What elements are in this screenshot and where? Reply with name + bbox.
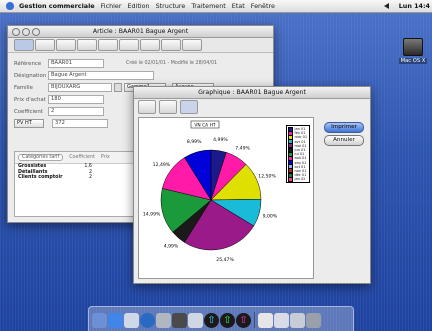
hard-drive-icon [403, 38, 423, 56]
pie-chart-icon[interactable] [180, 100, 198, 114]
quicktime-icon[interactable] [140, 313, 155, 328]
slice-label-7: 12,49% [153, 162, 171, 168]
bar-chart-icon[interactable] [138, 100, 156, 114]
document-icon[interactable] [274, 313, 289, 328]
toolbar-first-icon[interactable] [14, 39, 34, 51]
dock: ⇧ ⇧ ⇧ [88, 306, 354, 331]
chart-inner-label: VN CA HT [190, 120, 220, 128]
pv-ht-field[interactable]: 372 [52, 119, 108, 128]
app-up-arrow-green-icon[interactable]: ⇧ [220, 313, 235, 328]
finder-icon[interactable] [92, 313, 107, 328]
slice-label-2: 12,50% [258, 173, 276, 179]
article-window-title: Article : BAAR01 Bague Argent [92, 28, 189, 35]
print-button[interactable]: Imprimer [324, 122, 364, 133]
menu-clock[interactable]: Lun 14:4 [399, 2, 430, 10]
reference-label: Référence [14, 60, 42, 67]
svg-text:VN CA HT: VN CA HT [194, 122, 215, 128]
document-icon[interactable] [258, 313, 273, 328]
price-category-panel: Catégories tarif Coefficient Prix Grossi… [14, 151, 146, 217]
slice-label-3: 9,00% [263, 213, 278, 219]
dock-separator [254, 312, 255, 328]
table-row[interactable]: Clients comptoir 2 [15, 175, 145, 181]
menu-edition[interactable]: Edition [127, 2, 149, 10]
menu-traitement[interactable]: Traitement [191, 2, 225, 10]
minimize-icon[interactable] [22, 28, 30, 36]
tab-categories-tarif[interactable]: Catégories tarif [18, 154, 64, 161]
legend-entry: jan 02 [288, 176, 308, 182]
toolbar-list-icon[interactable] [140, 39, 160, 51]
field-row-reference: Référence BAAR01 Créé le 02/01/01 - Modi… [14, 59, 217, 68]
pv-ht-popup[interactable]: PV HT [14, 119, 44, 128]
zoom-icon[interactable] [32, 28, 40, 36]
volume-icon[interactable] [383, 3, 389, 9]
famille-field[interactable]: BIJOUXARG [48, 83, 112, 92]
field-row-coefficient: Coefficient 2 [14, 107, 104, 116]
designation-label: Désignation [14, 72, 47, 79]
graph-window-title: Graphique : BAAR01 Bague Argent [198, 89, 306, 96]
menu-app-name[interactable]: Gestion commerciale [19, 2, 95, 10]
trash-icon[interactable] [306, 313, 321, 328]
toolbar-tree-icon[interactable] [98, 39, 118, 51]
graph-window-titlebar[interactable]: Graphique : BAAR01 Bague Argent [134, 87, 370, 99]
field-row-pv: PV HT 372 [14, 119, 108, 128]
menu-structure[interactable]: Structure [156, 2, 186, 10]
field-row-designation: Désignation Bague Argent [14, 71, 154, 80]
dates-note: Créé le 02/01/01 - Modifié le 28/04/01 [126, 61, 218, 66]
coefficient-label: Coefficient [14, 108, 43, 115]
internet-explorer-icon[interactable] [108, 313, 123, 328]
field-row-prix: Prix d'achat 180 [14, 95, 104, 104]
chart-area: 4,99% 7,49% 12,50% 9,00% 25,47% 4,99% 14,99% 12… [138, 117, 314, 279]
coefficient-field[interactable]: 2 [48, 107, 104, 116]
slice-label-8: 8,99% [187, 139, 202, 145]
article-toolbar [8, 38, 273, 53]
help-icon[interactable] [188, 313, 203, 328]
designation-field[interactable]: Bague Argent [48, 71, 154, 80]
col-prix: Prix [100, 155, 110, 160]
legend-swatch [288, 176, 293, 182]
graph-type-toolbar [134, 99, 370, 115]
app-up-arrow-blue-icon[interactable]: ⇧ [204, 313, 219, 328]
row-value: 2 [88, 175, 92, 180]
menu-bar: Gestion commerciale Fichier Edition Stru… [0, 0, 432, 13]
prix-achat-field[interactable]: 180 [48, 95, 104, 104]
graph-window: Graphique : BAAR01 Bague Argent 4,99% 7,4… [133, 86, 371, 284]
row-name: Clients comptoir [18, 175, 63, 180]
slice-label-5: 4,99% [164, 244, 179, 250]
cancel-button[interactable]: Annuler [324, 135, 364, 146]
menu-etat[interactable]: Etat [232, 2, 245, 10]
toolbar-cart-icon[interactable] [119, 39, 139, 51]
article-window-titlebar[interactable]: Article : BAAR01 Bague Argent [8, 26, 273, 38]
reference-field[interactable]: BAAR01 [48, 59, 104, 68]
hard-drive-label: Mac OS X [398, 58, 428, 64]
menu-fichier[interactable]: Fichier [101, 2, 122, 10]
desktop: Gestion commerciale Fichier Edition Stru… [0, 0, 432, 331]
toolbar-prev-icon[interactable] [35, 39, 55, 51]
slice-label-6: 14,99% [143, 212, 161, 218]
system-preferences-icon[interactable] [156, 313, 171, 328]
slice-label-4: 25,47% [216, 257, 234, 263]
menu-fenetre[interactable]: Fenêtre [251, 2, 275, 10]
toolbar-tools-icon[interactable] [77, 39, 97, 51]
close-icon[interactable] [12, 28, 20, 36]
prix-achat-label: Prix d'achat [14, 96, 46, 103]
sherlock-icon[interactable] [172, 313, 187, 328]
window-icon[interactable] [290, 313, 305, 328]
chart-legend: jan 01 fév 01 mar 01 avr 01 mai 01 jun 01 jul … [286, 125, 310, 184]
mail-icon[interactable] [124, 313, 139, 328]
app-up-arrow-pink-icon[interactable]: ⇧ [236, 313, 251, 328]
toolbar-chart-icon[interactable] [161, 39, 181, 51]
legend-label: jan 02 [294, 177, 306, 182]
col-coefficient: Coefficient [69, 155, 95, 160]
slice-label-1: 7,49% [235, 145, 250, 151]
line-chart-icon[interactable] [159, 100, 177, 114]
famille-popup-icon[interactable] [114, 83, 122, 92]
hard-drive[interactable]: Mac OS X [398, 38, 428, 64]
toolbar-people-icon[interactable] [182, 39, 202, 51]
famille-label: Famille [14, 84, 33, 91]
slice-label-0: 4,99% [213, 137, 228, 143]
apple-menu-icon[interactable] [6, 2, 14, 10]
toolbar-next-icon[interactable] [56, 39, 76, 51]
